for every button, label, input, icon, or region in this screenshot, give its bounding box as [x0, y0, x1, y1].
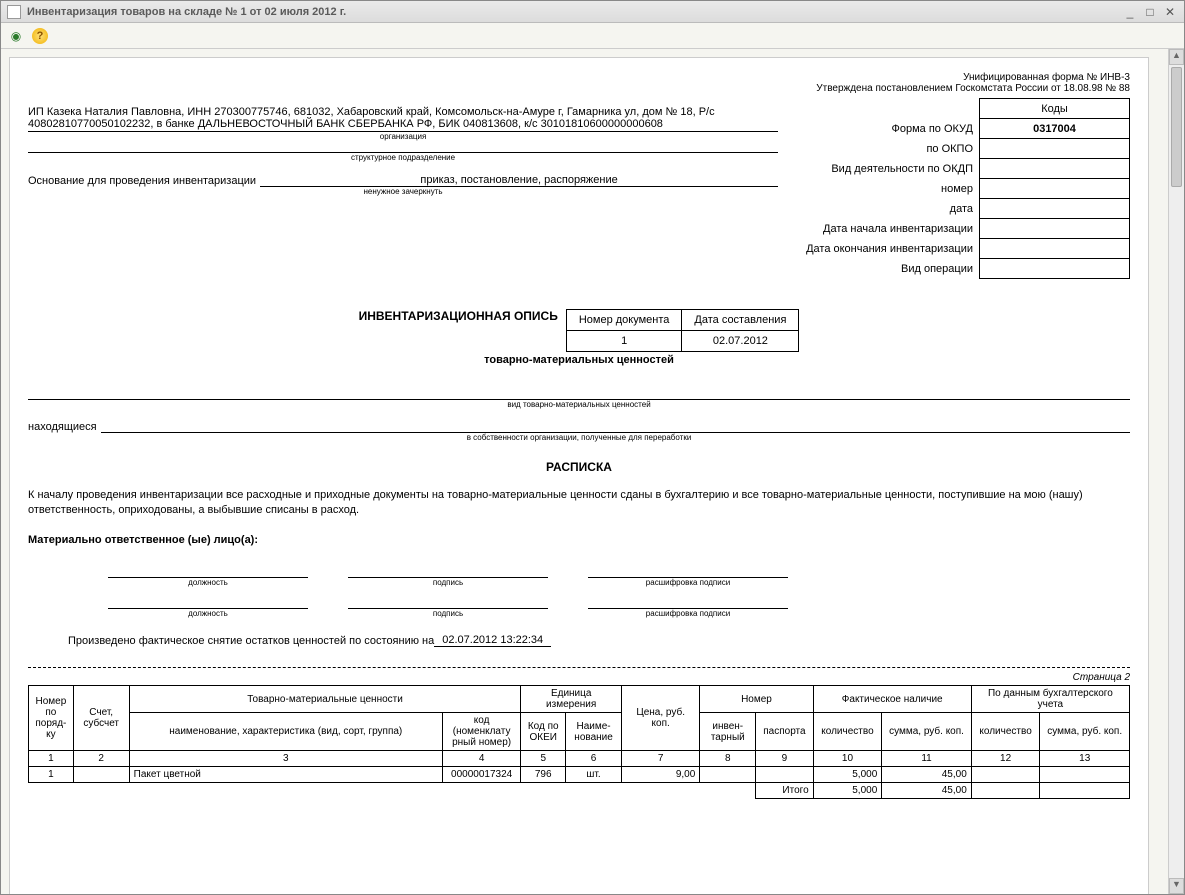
- signature-line-1: [348, 564, 548, 578]
- reason-label: Основание для проведения инвентаризации: [28, 175, 256, 187]
- camera-icon: ◉: [11, 29, 21, 43]
- document-number: 1: [566, 331, 682, 352]
- located-label: находящиеся: [28, 421, 97, 433]
- scroll-thumb[interactable]: [1171, 67, 1182, 187]
- ownership-caption: в собственности организации, полученные …: [28, 433, 1130, 442]
- minimize-button[interactable]: _: [1122, 5, 1138, 19]
- main-table: Номер по поряд-ку Счет, субсчет Товарно-…: [28, 685, 1130, 799]
- organization-text: ИП Казека Наталия Павловна, ИНН 27030077…: [28, 106, 778, 132]
- document-sheet: ИП Казека Наталия Павловна, ИНН 27030077…: [9, 57, 1149, 894]
- organization-caption: организация: [28, 132, 778, 141]
- docnum-table: Номер документаДата составления 102.07.2…: [566, 309, 800, 352]
- okdp-value: [980, 159, 1130, 179]
- start-date: [980, 219, 1130, 239]
- raspiska-title: РАСПИСКА: [28, 460, 1130, 474]
- page-divider: [28, 667, 1130, 668]
- raspiska-text: К началу проведения инвентаризации все р…: [28, 488, 1130, 519]
- code-date: [980, 199, 1130, 219]
- close-button[interactable]: ✕: [1162, 5, 1178, 19]
- maximize-button[interactable]: □: [1142, 5, 1158, 19]
- help-button[interactable]: ?: [31, 27, 49, 45]
- scroll-up-button[interactable]: ▲: [1169, 49, 1184, 65]
- total-fqty: 5,000: [813, 783, 882, 799]
- taken-value: 02.07.2012 13:22:34: [434, 634, 551, 647]
- toolbar: ◉ ?: [1, 23, 1184, 49]
- form-meta-2: Утверждена постановлением Госкомстата Ро…: [798, 83, 1130, 94]
- document-date: 02.07.2012: [682, 331, 799, 352]
- total-label: Итого: [756, 783, 813, 799]
- table-row: 1 Пакет цветной 00000017324 796 шт. 9,00…: [29, 767, 1130, 783]
- document-subtitle: товарно-материальных ценностей: [28, 354, 1130, 366]
- okpo-value: [980, 139, 1130, 159]
- scroll-down-button[interactable]: ▼: [1169, 878, 1184, 894]
- end-date: [980, 239, 1130, 259]
- signature-line-2: [348, 595, 548, 609]
- form-meta-1: Унифицированная форма № ИНВ-3: [798, 72, 1130, 83]
- document-title: ИНВЕНТАРИЗАЦИОННАЯ ОПИСЬ: [359, 309, 558, 323]
- tmc-type-caption: вид товарно-материальных ценностей: [28, 400, 1130, 409]
- titlebar: Инвентаризация товаров на складе № 1 от …: [1, 1, 1184, 23]
- total-row: Итого 5,000 45,00: [29, 783, 1130, 799]
- tmc-type-line: [28, 386, 1130, 400]
- document-icon: [7, 5, 21, 19]
- decode-line-2: [588, 595, 788, 609]
- reason-caption: ненужное зачеркнуть: [28, 187, 778, 196]
- codes-header: Коды: [980, 99, 1130, 119]
- subdivision-caption: структурное подразделение: [28, 153, 778, 162]
- total-fsum: 45,00: [882, 783, 971, 799]
- window-title: Инвентаризация товаров на складе № 1 от …: [27, 6, 1122, 18]
- column-numbers-row: 1 2 3 4 5 6 7 8 9 10 11 12 13: [29, 751, 1130, 767]
- taken-label: Произведено фактическое снятие остатков …: [68, 635, 434, 647]
- help-icon: ?: [32, 28, 48, 44]
- page-number: Страница 2: [28, 672, 1130, 683]
- app-window: Инвентаризация товаров на складе № 1 от …: [0, 0, 1185, 895]
- decode-line-1: [588, 564, 788, 578]
- position-line-1: [108, 564, 308, 578]
- vertical-scrollbar[interactable]: ▲ ▼: [1168, 49, 1184, 894]
- operation-type: [980, 259, 1130, 279]
- codes-table: Коды Форма по ОКУД0317004 по ОКПО Вид де…: [798, 98, 1130, 279]
- responsible-label: Материально ответственное (ые) лицо(а):: [28, 533, 1130, 548]
- position-line-2: [108, 595, 308, 609]
- page-area: ИП Казека Наталия Павловна, ИНН 27030077…: [1, 49, 1168, 894]
- code-number: [980, 179, 1130, 199]
- reason-value: приказ, постановление, распоряжение: [260, 174, 778, 187]
- screenshot-button[interactable]: ◉: [7, 27, 25, 45]
- okud-value: 0317004: [980, 119, 1130, 139]
